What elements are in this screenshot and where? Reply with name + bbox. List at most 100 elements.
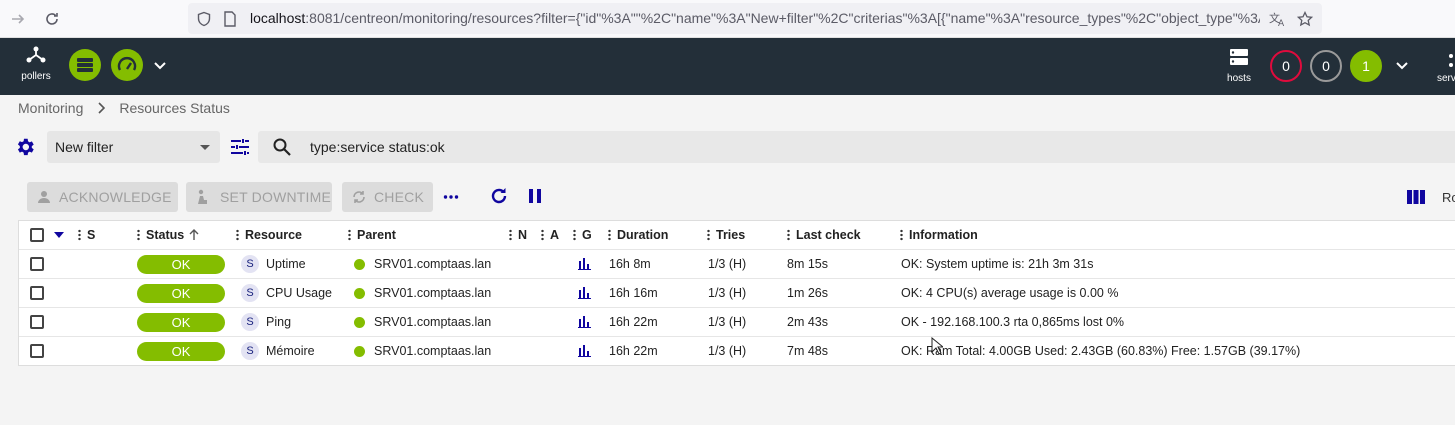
information-value: OK: System uptime is: 21h 3m 31s [901, 257, 1094, 271]
view-mode-label[interactable]: Ro [1442, 190, 1455, 205]
chevron-down-icon[interactable] [1393, 56, 1411, 74]
row-checkbox[interactable] [30, 308, 44, 336]
tries-value: 1/3 (H) [708, 257, 747, 271]
services-icon[interactable] [1447, 52, 1455, 70]
acknowledge-label: ACKNOWLEDGE [59, 189, 172, 205]
services-label[interactable]: serv [1437, 73, 1455, 84]
translate-icon[interactable]: 文A [1268, 9, 1288, 29]
parent-host[interactable]: SRV01.comptaas.lan [354, 308, 491, 336]
hosts-down-counter[interactable]: 0 [1270, 50, 1302, 82]
columns-icon[interactable] [1407, 190, 1425, 204]
table-row[interactable]: OK S CPU Usage SRV01.comptaas.lan 16h 16m 1/3… [19, 279, 1455, 308]
set-downtime-label: SET DOWNTIME [220, 189, 332, 205]
breadcrumb: Monitoring Resources Status [18, 100, 230, 116]
browser-toolbar: localhost:8081/centreon/monitoring/resou… [0, 0, 1455, 38]
pollers-icon [26, 46, 46, 63]
resource-name[interactable]: Uptime [266, 250, 306, 278]
host-status-dot [354, 258, 365, 270]
graph-icon[interactable] [578, 308, 591, 336]
column-header-tries[interactable]: Tries [707, 221, 745, 249]
shield-icon[interactable] [194, 9, 214, 29]
duration-value: 16h 22m [609, 344, 658, 358]
resource-name[interactable]: Mémoire [266, 337, 315, 365]
column-header-n[interactable]: N [509, 221, 527, 249]
mouse-cursor-icon [931, 337, 943, 355]
parent-host[interactable]: SRV01.comptaas.lan [354, 337, 491, 365]
hosts-up-counter[interactable]: 1 [1350, 50, 1382, 82]
sync-icon [353, 191, 365, 203]
speedometer-icon [117, 57, 137, 71]
refresh-icon[interactable] [489, 186, 509, 206]
filter-bar: New filter type:service status:ok [0, 126, 1455, 168]
information-value: OK: Ram Total: 4.00GB Used: 2.43GB (60.8… [901, 344, 1301, 358]
filter-select[interactable]: New filter [47, 131, 220, 163]
status-badge: OK [137, 250, 225, 278]
page-icon[interactable] [220, 9, 240, 29]
tune-icon[interactable] [230, 138, 250, 156]
pause-icon[interactable] [526, 187, 544, 205]
column-header-information[interactable]: Information [900, 221, 978, 249]
resources-table: S Status Resource Parent N A G Duration … [18, 220, 1455, 366]
table-row[interactable]: OK S Uptime SRV01.comptaas.lan 16h 8m 1/3 (H)… [19, 250, 1455, 279]
resource-type-badge: S [241, 250, 259, 278]
row-checkbox[interactable] [30, 279, 44, 307]
host-status-dot [354, 345, 365, 357]
parent-host[interactable]: SRV01.comptaas.lan [354, 250, 491, 278]
broker-status-button[interactable] [111, 49, 143, 81]
downtime-icon [198, 189, 207, 204]
duration-value: 16h 16m [609, 286, 658, 300]
acknowledge-button[interactable]: ACKNOWLEDGE [27, 182, 178, 212]
breadcrumb-monitoring[interactable]: Monitoring [18, 100, 83, 116]
duration-value: 16h 8m [609, 257, 651, 271]
duration-value: 16h 22m [609, 315, 658, 329]
hosts-button[interactable]: hosts [1222, 48, 1256, 84]
reload-icon[interactable] [40, 7, 64, 31]
row-checkbox[interactable] [30, 337, 44, 365]
column-header-resource[interactable]: Resource [236, 221, 302, 249]
table-row[interactable]: OK S Ping SRV01.comptaas.lan 16h 22m 1/3 (H) 2… [19, 308, 1455, 337]
graph-icon[interactable] [578, 279, 591, 307]
search-icon [273, 138, 291, 156]
server-icon [1230, 49, 1248, 65]
bookmark-star-icon[interactable] [1295, 9, 1315, 29]
resource-name[interactable]: Ping [266, 308, 291, 336]
status-badge: OK [137, 279, 225, 307]
graph-icon[interactable] [578, 250, 591, 278]
column-header-parent[interactable]: Parent [348, 221, 396, 249]
set-downtime-button[interactable]: SET DOWNTIME [186, 182, 332, 212]
more-horizontal-icon[interactable] [443, 190, 459, 204]
select-all-checkbox[interactable] [30, 221, 44, 249]
table-row[interactable]: OK S Mémoire SRV01.comptaas.lan 16h 22m 1/3 (… [19, 337, 1455, 366]
breadcrumb-current[interactable]: Resources Status [119, 100, 230, 116]
last-check-value: 8m 15s [787, 257, 828, 271]
column-header-s[interactable]: S [78, 221, 95, 249]
person-icon [38, 191, 50, 203]
url-text[interactable]: localhost:8081/centreon/monitoring/resou… [250, 10, 1260, 26]
select-menu-icon[interactable] [53, 221, 65, 249]
column-header-g[interactable]: G [573, 221, 592, 249]
host-status-dot [354, 316, 365, 328]
row-checkbox[interactable] [30, 250, 44, 278]
database-status-button[interactable] [69, 49, 101, 81]
graph-icon[interactable] [578, 337, 591, 365]
tries-value: 1/3 (H) [708, 315, 747, 329]
column-header-duration[interactable]: Duration [608, 221, 668, 249]
check-button[interactable]: CHECK [342, 182, 433, 212]
parent-host[interactable]: SRV01.comptaas.lan [354, 279, 491, 307]
database-icon [77, 58, 93, 72]
gear-icon[interactable] [14, 136, 36, 158]
search-input[interactable]: type:service status:ok [258, 131, 1455, 163]
column-header-last-check[interactable]: Last check [787, 221, 861, 249]
forward-icon[interactable] [6, 7, 30, 31]
column-header-status[interactable]: Status [137, 221, 199, 249]
chevron-down-icon[interactable] [151, 56, 169, 74]
column-header-a[interactable]: A [541, 221, 559, 249]
status-badge: OK [137, 337, 225, 365]
hosts-unreachable-counter[interactable]: 0 [1310, 50, 1342, 82]
pollers-button[interactable]: pollers [16, 46, 56, 82]
chevron-right-icon [98, 102, 106, 114]
resource-name[interactable]: CPU Usage [266, 279, 332, 307]
url-bar[interactable]: localhost:8081/centreon/monitoring/resou… [188, 3, 1322, 34]
information-value: OK - 192.168.100.3 rta 0,865ms lost 0% [901, 315, 1125, 329]
resource-type-badge: S [241, 279, 259, 307]
